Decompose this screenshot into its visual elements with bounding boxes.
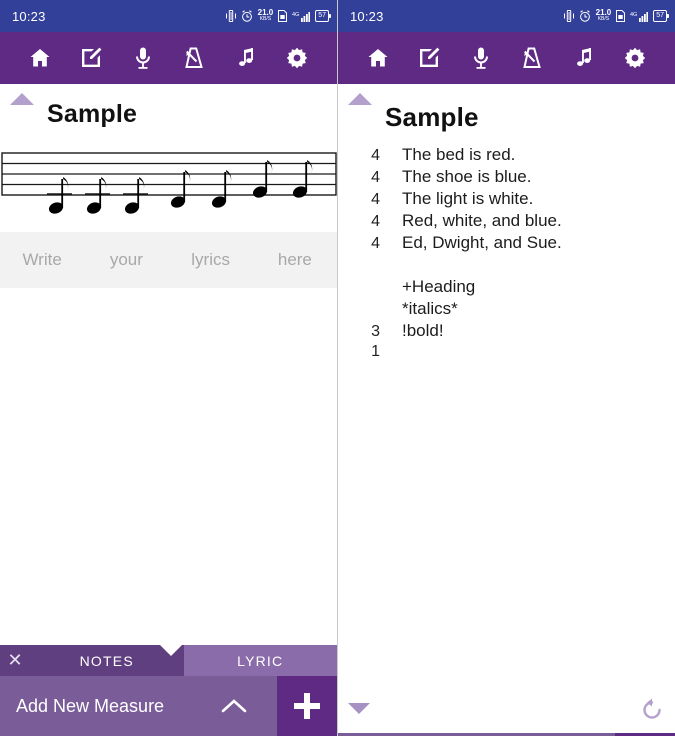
lyric-line-text[interactable]: Red, white, and blue. xyxy=(380,211,562,231)
syllable-count: 1 xyxy=(371,343,380,360)
signal-4g-icon: 4G xyxy=(292,12,311,22)
plus-icon[interactable] xyxy=(277,676,337,736)
status-clock: 10:23 xyxy=(350,8,384,24)
lyric-line-text[interactable]: The shoe is blue. xyxy=(380,167,531,187)
page-title: Sample xyxy=(385,102,479,132)
undo-icon[interactable] xyxy=(639,697,665,723)
action-label: Add New Measure xyxy=(16,695,165,716)
triangle-up-icon[interactable] xyxy=(10,93,34,105)
gear-icon[interactable] xyxy=(280,41,314,75)
right-content: Sample 4 The bed is red. 4 The shoe is b… xyxy=(338,84,675,689)
alarm-icon xyxy=(579,10,590,22)
microphone-icon[interactable] xyxy=(126,41,160,75)
status-bar: 10:23 21.0 KB/S 4G 57 xyxy=(0,0,337,32)
page-title: Sample xyxy=(47,100,138,128)
battery-icon: 57 xyxy=(653,10,669,22)
lyric-line[interactable]: 1 xyxy=(338,343,675,365)
syllable-count: 4 xyxy=(371,191,380,208)
tab-strip: ✕ NOTES LYRIC xyxy=(0,645,337,676)
alarm-icon xyxy=(241,10,252,22)
lyric-line-text[interactable]: !bold! xyxy=(380,321,444,341)
home-icon[interactable] xyxy=(23,41,57,75)
right-screen: 10:23 21.0 KB/S 4G 57 Sample 4 The bed i… xyxy=(338,0,675,736)
lyric-line[interactable]: +Heading xyxy=(338,277,675,299)
tab-indicator xyxy=(160,645,182,656)
lyric-line-text[interactable]: The light is white. xyxy=(380,189,533,209)
home-icon[interactable] xyxy=(361,41,395,75)
lyric-placeholder[interactable]: Write xyxy=(0,250,84,270)
left-screen: 10:23 21.0 KB/S 4G 57 Sample Write your … xyxy=(0,0,338,736)
vibrate-icon xyxy=(563,10,574,22)
lyric-line[interactable]: *italics* xyxy=(338,299,675,321)
microphone-icon[interactable] xyxy=(464,41,498,75)
lyric-line[interactable]: 3 !bold! xyxy=(338,321,675,343)
status-icon-group: 21.0 KB/S 4G 57 xyxy=(225,8,331,23)
network-speed-icon: 21.0 KB/S xyxy=(257,8,274,23)
chevron-up-icon[interactable] xyxy=(221,698,247,714)
lyric-placeholder[interactable]: here xyxy=(253,250,337,270)
music-note-icon[interactable] xyxy=(567,41,601,75)
music-note-icon[interactable] xyxy=(229,41,263,75)
lyric-editor[interactable]: 4 The bed is red. 4 The shoe is blue. 4 … xyxy=(338,133,675,365)
left-content: Sample Write your lyrics here xyxy=(0,84,337,645)
battery-icon: 57 xyxy=(315,10,331,22)
app-toolbar xyxy=(338,32,675,84)
gear-icon[interactable] xyxy=(618,41,652,75)
lyric-line-text[interactable]: Ed, Dwight, and Sue. xyxy=(380,233,562,253)
svg-text:4G: 4G xyxy=(630,12,637,18)
syllable-count: 3 xyxy=(371,323,380,340)
status-clock: 10:23 xyxy=(12,8,46,24)
right-bottom-icons xyxy=(338,689,675,733)
screenshot-root: 10:23 21.0 KB/S 4G 57 Sample Write your … xyxy=(0,0,675,736)
lyric-line-text[interactable]: The bed is red. xyxy=(380,145,515,165)
triangle-down-icon[interactable] xyxy=(348,703,370,714)
syllable-count: 4 xyxy=(371,169,380,186)
status-icon-group: 21.0 KB/S 4G 57 xyxy=(563,8,669,23)
lyric-line[interactable]: 4 Red, white, and blue. xyxy=(338,211,675,233)
metronome-icon[interactable] xyxy=(177,41,211,75)
lyric-line[interactable]: 4 The light is white. xyxy=(338,189,675,211)
music-staff[interactable] xyxy=(0,151,337,232)
svg-text:4G: 4G xyxy=(292,12,299,18)
lyric-line[interactable]: 4 The bed is red. xyxy=(338,145,675,167)
signal-4g-icon: 4G xyxy=(630,12,649,22)
lyric-line[interactable]: 4 Ed, Dwight, and Sue. xyxy=(338,233,675,255)
network-speed-icon: 21.0 KB/S xyxy=(595,8,612,23)
lyric-placeholder[interactable]: your xyxy=(84,250,168,270)
tab-lyric[interactable]: LYRIC xyxy=(183,645,337,676)
syllable-count: 4 xyxy=(371,147,380,164)
syllable-count: 4 xyxy=(371,213,380,230)
add-new-measure-button[interactable]: Add New Measure xyxy=(0,676,277,736)
syllable-count: 4 xyxy=(371,235,380,252)
edit-icon[interactable] xyxy=(74,41,108,75)
sim-icon xyxy=(616,10,626,22)
lyric-placeholder-strip[interactable]: Write your lyrics here xyxy=(0,232,337,288)
left-action-bar: Add New Measure xyxy=(0,676,337,736)
lyric-line[interactable] xyxy=(338,255,675,277)
lyric-line[interactable]: 4 The shoe is blue. xyxy=(338,167,675,189)
metronome-icon[interactable] xyxy=(515,41,549,75)
app-toolbar xyxy=(0,32,337,84)
sim-icon xyxy=(278,10,288,22)
close-icon[interactable]: ✕ xyxy=(0,645,30,676)
lyric-line-text[interactable]: *italics* xyxy=(380,299,458,319)
vibrate-icon xyxy=(225,10,236,22)
lyric-placeholder[interactable]: lyrics xyxy=(169,250,253,270)
triangle-up-icon[interactable] xyxy=(348,93,372,105)
edit-icon[interactable] xyxy=(412,41,446,75)
status-bar: 10:23 21.0 KB/S 4G 57 xyxy=(338,0,675,32)
lyric-line-text[interactable]: +Heading xyxy=(380,277,475,297)
